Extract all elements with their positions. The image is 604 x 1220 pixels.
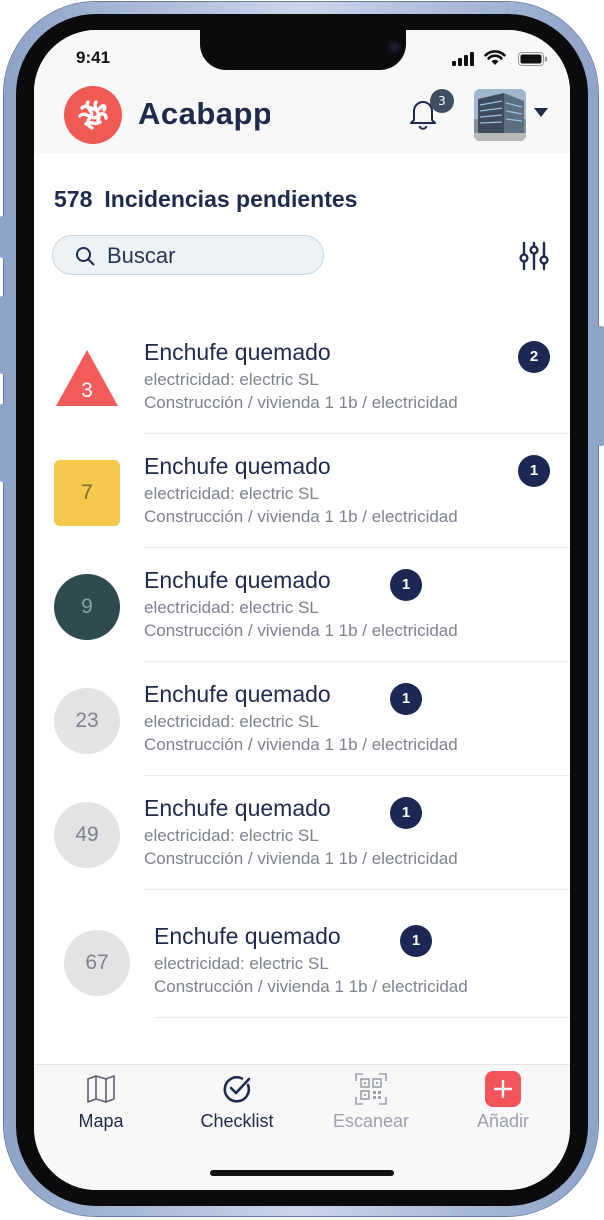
incident-title: Enchufe quemado — [144, 453, 331, 479]
count-badge: 1 — [400, 925, 432, 957]
incident-category: electricidad: electric SL — [144, 370, 319, 389]
list-item[interactable]: 9 Enchufe quemado electricidad: electric S… — [34, 548, 570, 662]
wifi-icon — [484, 50, 506, 65]
page-title: 578 Incidencias pendientes — [54, 186, 357, 213]
avatar[interactable] — [474, 89, 526, 141]
side-button-power — [598, 326, 604, 446]
logo-mark-icon — [78, 100, 108, 130]
app-header: Acabapp 3 — [34, 82, 570, 153]
filter-sliders-icon[interactable] — [518, 240, 550, 272]
incident-path: Construcción / vivienda 1 1b / electrici… — [144, 393, 458, 412]
pending-count: 578 — [54, 186, 93, 212]
notification-badge: 3 — [430, 89, 454, 113]
chevron-down-icon[interactable] — [534, 108, 548, 117]
tab-map[interactable]: Mapa — [36, 1071, 166, 1132]
app-logo[interactable] — [64, 86, 122, 144]
incident-title: Enchufe quemado — [144, 567, 331, 593]
incident-number: 3 — [81, 379, 93, 402]
square-marker-icon: 7 — [54, 460, 120, 526]
building-photo-icon — [474, 89, 526, 141]
tab-scan[interactable]: Escanear — [306, 1071, 436, 1132]
circle-marker-icon: 9 — [54, 574, 120, 640]
incident-category: electricidad: electric SL — [144, 712, 319, 731]
list-item[interactable]: 7 Enchufe quemado electricidad: electric S… — [34, 434, 570, 548]
incident-path: Construcción / vivienda 1 1b / electrici… — [144, 621, 458, 640]
incident-path: Construcción / vivienda 1 1b / electrici… — [154, 977, 468, 996]
incident-title: Enchufe quemado — [144, 795, 331, 821]
incident-number: 9 — [81, 595, 93, 618]
incident-title: Enchufe quemado — [144, 339, 331, 365]
tab-add[interactable]: Añadir — [438, 1071, 568, 1132]
tab-label: Escanear — [332, 1111, 410, 1131]
incident-number: 49 — [75, 823, 99, 846]
search-icon — [76, 247, 95, 266]
list-item[interactable]: 49 Enchufe quemado electricidad: electric … — [34, 776, 570, 890]
list-item[interactable]: 23 Enchufe quemado electricidad: electric … — [34, 662, 570, 776]
tab-label: Checklist — [200, 1111, 274, 1131]
count-badge: 1 — [390, 797, 422, 829]
tab-checklist[interactable]: Checklist — [172, 1071, 302, 1132]
side-button-volume-up — [0, 296, 6, 374]
incident-title: Enchufe quemado — [154, 923, 341, 949]
battery-icon — [518, 52, 547, 66]
incident-category: electricidad: electric SL — [144, 826, 319, 845]
incident-path: Construcción / vivienda 1 1b / electrici… — [144, 507, 458, 526]
screen: 9:41 Acabapp 3 578 Incidencias pendiente… — [34, 30, 570, 1190]
incident-number: 67 — [85, 951, 109, 974]
side-button-silent — [0, 216, 6, 258]
circle-marker-icon: 49 — [54, 802, 120, 868]
status-time: 9:41 — [76, 48, 111, 67]
incident-number: 23 — [75, 709, 99, 732]
camera-icon — [387, 40, 401, 54]
count-badge: 1 — [518, 455, 550, 487]
count-badge: 1 — [390, 683, 422, 715]
list-item[interactable]: 67 Enchufe quemado electricidad: electric … — [34, 904, 570, 1018]
app-name: Acabapp — [138, 96, 270, 131]
incident-category: electricidad: electric SL — [144, 484, 319, 503]
incident-title: Enchufe quemado — [144, 681, 331, 707]
search-input[interactable] — [105, 240, 309, 272]
qr-code-icon — [355, 1073, 387, 1105]
pending-label: Incidencias pendientes — [104, 186, 358, 212]
incident-category: electricidad: electric SL — [154, 954, 329, 973]
count-badge: 1 — [390, 569, 422, 601]
list-item[interactable]: 3 Enchufe quemado electricidad: electric S… — [34, 320, 570, 434]
incident-category: electricidad: electric SL — [144, 598, 319, 617]
side-button-volume-down — [0, 404, 6, 482]
map-icon — [87, 1075, 115, 1103]
check-circle-icon — [223, 1076, 251, 1103]
count-badge: 2 — [518, 341, 550, 373]
search-box[interactable] — [52, 235, 324, 275]
triangle-marker-icon: 3 — [54, 346, 120, 412]
tab-label: Añadir — [476, 1111, 530, 1131]
row-divider — [154, 1017, 570, 1018]
home-indicator[interactable] — [210, 1170, 394, 1176]
plus-icon — [485, 1071, 521, 1107]
circle-marker-icon: 23 — [54, 688, 120, 754]
row-divider — [144, 889, 570, 890]
notch — [200, 30, 406, 70]
incident-path: Construcción / vivienda 1 1b / electrici… — [144, 735, 458, 754]
signal-icon — [452, 52, 474, 66]
circle-marker-icon: 67 — [64, 930, 130, 996]
tab-label: Mapa — [78, 1111, 124, 1131]
incident-number: 7 — [81, 481, 93, 504]
incident-path: Construcción / vivienda 1 1b / electrici… — [144, 849, 458, 868]
